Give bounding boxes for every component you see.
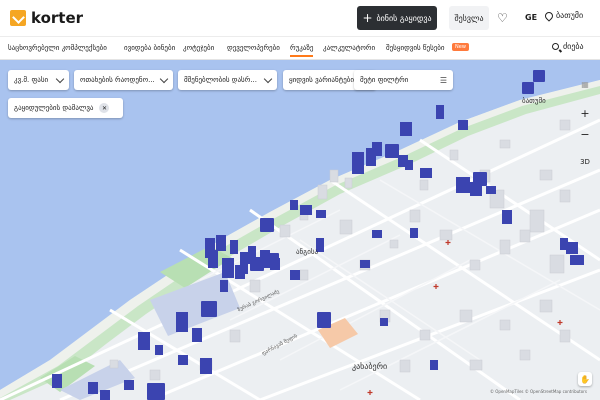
nav-item-developers[interactable]: დეველოპერები	[227, 44, 280, 52]
nav-item-purchase-rules[interactable]: შესყიდვის წესები	[386, 44, 445, 52]
chevron-down-icon	[263, 74, 273, 83]
map-marker[interactable]	[201, 301, 217, 317]
nav-item-apartments[interactable]: ივიდება ბინები	[124, 44, 175, 52]
price-filter-label: კვ.მ. ფასი	[14, 76, 49, 84]
map-marker[interactable]	[265, 253, 279, 267]
plus-icon: +	[362, 11, 373, 25]
hide-sold-chip[interactable]: გაყიდულების დამალვა ✕	[8, 98, 123, 118]
sort-filter-label: ყიდვის ვარიანტები	[289, 76, 354, 84]
price-filter[interactable]: კვ.მ. ფასი	[8, 70, 69, 90]
login-button[interactable]: შესვლა	[449, 6, 489, 30]
sell-apartment-label: ბინის გაყიდვა	[376, 13, 432, 23]
nav-item-calculator[interactable]: კალკულატორი	[323, 44, 375, 52]
location-pin-icon	[543, 9, 555, 22]
map-marker[interactable]	[147, 383, 165, 400]
more-filters-label: მეტი ფილტრი	[360, 76, 409, 84]
district-label: კახაბერი	[352, 362, 388, 371]
zoom-out-button[interactable]: −	[577, 126, 593, 142]
search-icon	[552, 43, 559, 50]
hide-sold-label: გაყიდულების დამალვა	[14, 104, 94, 112]
chevron-down-icon	[159, 74, 169, 83]
layers-icon[interactable]: ▦	[577, 76, 593, 92]
3d-toggle-button[interactable]: 3D	[577, 154, 593, 170]
language-switch[interactable]: GE	[525, 13, 537, 22]
nav-item-complexes[interactable]: საცხოვრებელი კომპლექსები	[8, 44, 107, 52]
heart-icon[interactable]: ♡	[497, 11, 508, 25]
map-marker[interactable]	[533, 70, 545, 82]
status-filter-label: მშენებლობის დასრ...	[184, 76, 257, 84]
nav-item-cottages[interactable]: კოტეჯები	[183, 44, 214, 52]
map-marker[interactable]	[250, 257, 264, 271]
city-label: ბათუმი	[556, 11, 584, 20]
chevron-down-icon	[55, 74, 65, 83]
more-filters-button[interactable]: მეტი ფილტრი ☰	[354, 70, 453, 90]
hand-icon[interactable]: ✋	[578, 372, 592, 386]
zoom-in-button[interactable]: +	[577, 105, 593, 121]
search-label: ძიება	[563, 42, 584, 51]
rooms-filter[interactable]: ოთახების რაოდენო...	[74, 70, 173, 90]
close-icon[interactable]: ✕	[99, 103, 110, 113]
map-marker[interactable]	[473, 172, 487, 186]
map-view[interactable]: ანგისა ბათუმი კახაბერი ზურაბ გორგილაძე ფ…	[0, 60, 600, 400]
map-marker[interactable]	[260, 218, 274, 232]
map-marker[interactable]	[317, 312, 331, 328]
logo[interactable]: korter	[10, 9, 83, 27]
map-marker[interactable]	[522, 82, 534, 94]
sell-apartment-button[interactable]: + ბინის გაყიდვა	[357, 6, 437, 30]
logo-mark-icon	[10, 10, 26, 26]
map-attribution: © OpenMapTiles © OpenStreetMap contribut…	[490, 389, 587, 394]
map-marker[interactable]	[385, 144, 399, 158]
sliders-icon: ☰	[439, 75, 447, 85]
top-header: korter + ბინის გაყიდვა შესვლა ♡ GE ბათუმ…	[0, 0, 600, 36]
rooms-filter-label: ოთახების რაოდენო...	[80, 76, 155, 84]
city-selector[interactable]: ბათუმი	[543, 9, 584, 22]
district-label: ანგისა	[296, 248, 319, 256]
search-button[interactable]: ძიება	[552, 42, 584, 51]
district-label: ბათუმი	[522, 97, 546, 105]
status-filter[interactable]: მშენებლობის დასრ...	[178, 70, 277, 90]
new-badge: New	[452, 43, 469, 51]
nav-item-map[interactable]: რუკაზე	[290, 44, 314, 57]
logo-text: korter	[31, 9, 84, 27]
main-nav: საცხოვრებელი კომპლექსები ივიდება ბინები …	[0, 36, 600, 60]
